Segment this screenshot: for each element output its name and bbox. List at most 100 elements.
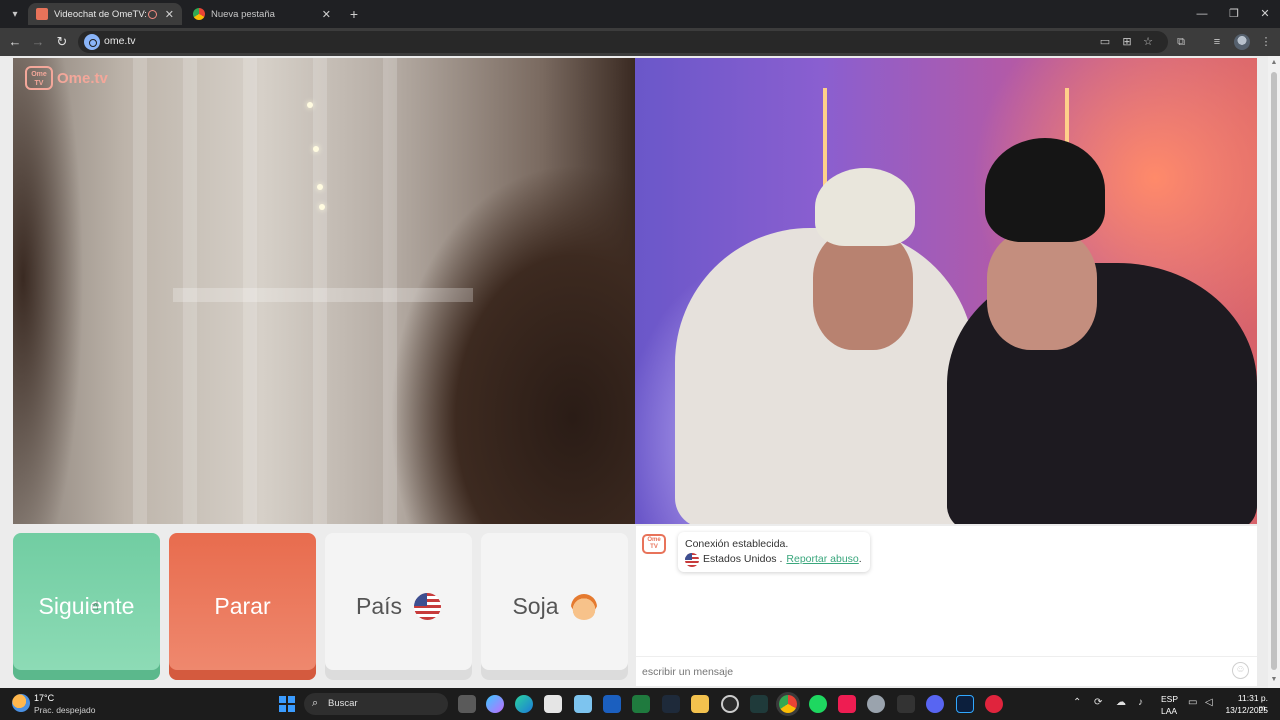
scroll-up-arrow-icon[interactable]: ▲	[1270, 59, 1278, 67]
translate-icon[interactable]: ⊞	[1119, 34, 1135, 50]
message-line: Estados Unidos . Reportar abuso.	[685, 552, 862, 567]
clock-date[interactable]: 13/12/2025	[1224, 705, 1268, 715]
file-explorer-icon[interactable]	[691, 695, 709, 713]
spotify-icon[interactable]	[809, 695, 827, 713]
red-app-icon[interactable]	[985, 695, 1003, 713]
next-button[interactable]: Siguiente	[13, 533, 160, 680]
next-button-label: Siguiente	[38, 593, 135, 619]
site-info-icon[interactable]	[84, 34, 100, 50]
close-tab-icon[interactable]: ✕	[165, 8, 174, 21]
report-abuse-link[interactable]: Reportar abuso	[786, 552, 858, 567]
chat-input-bar: ☺	[636, 656, 1257, 686]
cloud-icon[interactable]: ☁	[1116, 697, 1126, 708]
connection-status-text: Conexión establecida.	[685, 538, 789, 550]
us-flag-icon	[414, 593, 442, 620]
logo-badge: Ome TV	[25, 66, 53, 90]
epic-games-icon[interactable]	[897, 695, 915, 713]
close-window-button[interactable]: ✕	[1250, 4, 1280, 24]
microphone-icon[interactable]: ♪	[1138, 697, 1143, 708]
tab-new[interactable]: Nueva pestaña ✕	[185, 3, 339, 25]
address-bar[interactable]: ome.tv	[78, 31, 1168, 53]
reload-button[interactable]: ↻	[53, 33, 71, 51]
ometv-logo[interactable]: Ome TV Ome.tv	[25, 66, 108, 90]
tiktok-icon[interactable]	[838, 695, 856, 713]
scroll-down-arrow-icon[interactable]: ▼	[1270, 676, 1278, 684]
system-message: Conexión establecida. Estados Unidos . R…	[678, 532, 870, 572]
remote-desktop-icon[interactable]	[574, 695, 592, 713]
url-text: ome.tv	[104, 35, 136, 47]
sync-icon[interactable]: ⟳	[1094, 697, 1102, 708]
string-light	[313, 146, 319, 152]
new-tab-button[interactable]: +	[345, 5, 363, 23]
person-right-face	[987, 230, 1097, 350]
steam-icon[interactable]	[662, 695, 680, 713]
input-language-layout[interactable]: LAA	[1161, 706, 1177, 716]
gender-button[interactable]: Soja	[481, 533, 628, 680]
gender-button-label: Soja	[512, 593, 559, 619]
emoji-picker-icon[interactable]: ☺	[1232, 662, 1249, 679]
close-tab-icon[interactable]: ✕	[322, 8, 331, 21]
chrome-favicon-icon	[193, 8, 205, 20]
recording-icon	[147, 9, 157, 19]
page-scrollbar[interactable]: ▲ ▼	[1268, 56, 1280, 688]
string-light	[319, 204, 325, 210]
stop-button[interactable]: Parar	[169, 533, 316, 680]
scrollbar-thumb[interactable]	[1271, 72, 1277, 670]
us-flag-icon	[685, 552, 699, 567]
message-input[interactable]	[642, 664, 1222, 680]
tab-search-icon[interactable]: ▾	[6, 5, 24, 23]
edge-icon[interactable]	[515, 695, 533, 713]
tab-strip: ▾ Videochat de OmeTV: uno a ✕ Nueva pest…	[0, 0, 1280, 28]
logo-text: Ome.tv	[57, 69, 108, 87]
steam-app-icon[interactable]	[721, 695, 739, 713]
store-icon[interactable]	[544, 695, 562, 713]
search-placeholder: Buscar	[328, 698, 358, 709]
tab-title: Nueva pestaña	[211, 8, 275, 20]
forward-button[interactable]: →	[29, 33, 47, 51]
browser-toolbar: ← → ↻ ome.tv ▭ ⊞ ☆ ⧉ ≡ ⋮	[0, 28, 1280, 56]
photoshop-icon[interactable]	[956, 695, 974, 713]
task-view-icon[interactable]	[458, 695, 476, 713]
taskbar-search[interactable]: ⌕ Buscar	[304, 693, 448, 715]
terminal-icon[interactable]	[750, 695, 768, 713]
stop-button-label: Parar	[214, 593, 271, 619]
copilot-icon[interactable]	[486, 695, 504, 713]
extensions-icon[interactable]: ⧉	[1173, 34, 1189, 50]
back-button[interactable]: ←	[6, 33, 24, 51]
mouse-cursor-icon: ☝	[91, 598, 99, 613]
window-frame	[173, 288, 473, 302]
country-button[interactable]: País	[325, 533, 472, 680]
discord-icon[interactable]	[926, 695, 944, 713]
tab-ometv[interactable]: Videochat de OmeTV: uno a ✕	[28, 3, 182, 25]
chat-panel: Ome TV Conexión establecida. Estados Uni…	[636, 526, 1257, 686]
weather-description: Prac. despejado	[34, 705, 96, 715]
restore-button[interactable]: ❐	[1219, 4, 1249, 24]
partner-country-text: Estados Unidos .	[703, 553, 783, 565]
menu-kebab-icon[interactable]: ⋮	[1258, 34, 1274, 50]
person-left-face	[813, 230, 913, 350]
bookmark-star-icon[interactable]: ☆	[1140, 34, 1156, 50]
cast-icon[interactable]: ▭	[1097, 34, 1113, 50]
windows-start-icon[interactable]	[279, 696, 295, 712]
string-light	[317, 184, 323, 190]
windows-taskbar: 17°C Prac. despejado ⌕ Buscar ⌃ ⟳ ☁ ♪ ES…	[0, 688, 1280, 720]
minimize-button[interactable]: —	[1187, 4, 1217, 24]
weather-icon[interactable]	[12, 694, 30, 712]
ometv-chat-avatar: Ome TV	[642, 534, 666, 554]
input-language[interactable]: ESP	[1161, 694, 1178, 704]
ometv-favicon-icon	[36, 8, 48, 20]
tray-overflow-icon[interactable]: ⌃	[1073, 697, 1081, 708]
person-right-cap	[985, 138, 1105, 242]
weather-temperature: 17°C	[34, 693, 55, 703]
remote-video	[635, 58, 1257, 524]
settings-gear-icon[interactable]	[867, 695, 885, 713]
network-icon[interactable]: ▭	[1188, 697, 1197, 708]
word-icon[interactable]	[603, 695, 621, 713]
profile-avatar[interactable]	[1234, 34, 1250, 50]
tab-title: Videochat de OmeTV: uno a	[54, 8, 148, 20]
reading-list-icon[interactable]: ≡	[1209, 34, 1225, 50]
chrome-icon[interactable]	[779, 695, 797, 713]
excel-icon[interactable]	[632, 695, 650, 713]
volume-icon[interactable]: ◁	[1205, 697, 1213, 708]
boy-face-icon	[570, 593, 597, 620]
